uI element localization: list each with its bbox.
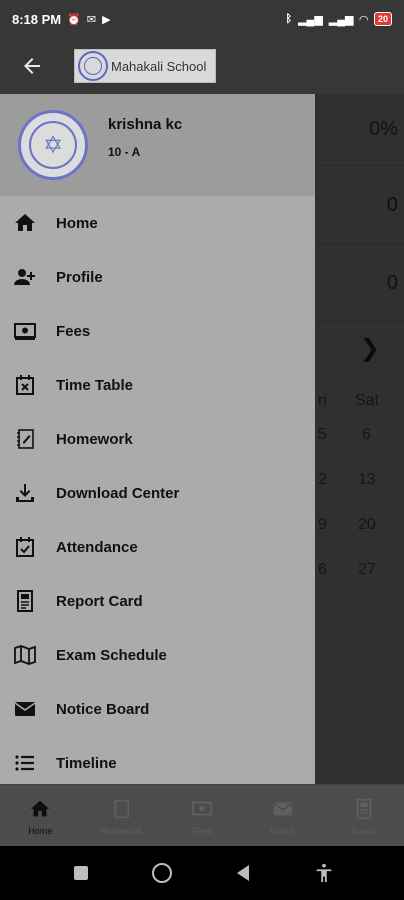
money-icon <box>191 796 213 822</box>
bluetooth-icon: ᛒ <box>285 13 293 25</box>
circle-icon <box>151 863 172 883</box>
status-notification-icons: ⏰ ✉ ▶ <box>67 13 110 26</box>
calendar-check-icon <box>12 534 38 560</box>
accessibility-icon <box>316 863 331 883</box>
recents-button[interactable] <box>61 853 101 893</box>
drawer-item-attendance[interactable]: Attendance <box>0 520 315 574</box>
system-navigation-bar <box>0 846 404 900</box>
play-icon: ▶ <box>102 13 111 26</box>
drawer-item-label: Fees <box>56 322 91 340</box>
drawer-header: ✡ krishna kc 10 - A <box>0 94 315 196</box>
drawer-item-label: Report Card <box>56 592 143 610</box>
drawer-scrim[interactable] <box>315 94 404 784</box>
status-system-icons: ᛒ ▂▄▆ ▂▄▆ ◠ 20 <box>285 12 392 26</box>
battery-icon: 20 <box>373 12 392 26</box>
drawer-item-exam-schedule[interactable]: Exam Schedule <box>0 628 315 682</box>
drawer-item-notice-board[interactable]: Notice Board <box>0 682 315 736</box>
home-icon <box>12 210 38 236</box>
drawer-item-label: Notice Board <box>56 700 150 718</box>
school-logo: Mahakali School <box>74 49 216 83</box>
bottom-nav-home[interactable]: Home <box>0 785 81 846</box>
report-icon <box>353 796 375 822</box>
drawer-item-label: Attendance <box>56 538 138 556</box>
avatar: ✡ <box>18 110 88 180</box>
drawer-item-label: Timeline <box>56 754 117 772</box>
bottom-navigation: Home Homework Fees Notice Exam <box>0 784 404 846</box>
student-name: krishna kc <box>108 116 183 133</box>
star-emblem-icon: ✡ <box>42 131 64 159</box>
bottom-nav-label: Fees <box>191 825 212 836</box>
bottom-nav-exam[interactable]: Exam <box>323 785 404 846</box>
signal-icon-2: ▂▄▆ <box>328 13 354 26</box>
app-bar: Mahakali School <box>0 38 404 94</box>
back-arrow-icon[interactable] <box>0 38 64 94</box>
drawer-item-report-card[interactable]: Report Card <box>0 574 315 628</box>
money-icon <box>12 318 38 344</box>
home-button[interactable] <box>142 853 182 893</box>
accessibility-button[interactable] <box>304 853 344 893</box>
bottom-nav-notice[interactable]: Notice <box>242 785 323 846</box>
bottom-nav-fees[interactable]: Fees <box>162 785 243 846</box>
drawer-item-home[interactable]: Home <box>0 196 315 250</box>
triangle-back-icon <box>236 865 249 881</box>
home-icon <box>29 796 51 822</box>
back-button[interactable] <box>223 853 263 893</box>
bottom-nav-homework[interactable]: Homework <box>81 785 162 846</box>
bottom-nav-label: Homework <box>99 825 143 836</box>
drawer-item-label: Profile <box>56 268 103 286</box>
alarm-off-icon: ⏰ <box>67 13 81 26</box>
drawer-item-label: Homework <box>56 430 133 448</box>
school-name: Mahakali School <box>111 58 207 74</box>
drawer-item-homework[interactable]: Homework <box>0 412 315 466</box>
drawer-item-fees[interactable]: Fees <box>0 304 315 358</box>
report-icon <box>12 588 38 614</box>
list-icon <box>12 750 38 776</box>
drawer-item-download-center[interactable]: Download Center <box>0 466 315 520</box>
envelope-icon <box>272 796 294 822</box>
drawer-item-profile[interactable]: Profile <box>0 250 315 304</box>
map-icon <box>12 642 38 668</box>
notebook-icon <box>12 426 38 452</box>
add-user-icon <box>12 264 38 290</box>
wifi-icon: ◠ <box>359 13 368 26</box>
message-icon: ✉ <box>86 13 97 26</box>
drawer-item-label: Download Center <box>56 484 180 502</box>
drawer-menu: Home Profile Fees Time Table Homework Do… <box>0 196 315 784</box>
calendar-x-icon <box>12 372 38 398</box>
drawer-item-timeline[interactable]: Timeline <box>0 736 315 784</box>
download-icon <box>12 480 38 506</box>
bottom-nav-label: Notice <box>270 825 296 836</box>
drawer-item-label: Exam Schedule <box>56 646 167 664</box>
drawer-item-label: Home <box>56 214 98 232</box>
square-icon <box>73 866 88 880</box>
drawer-item-label: Time Table <box>56 376 133 394</box>
class-section: 10 - A <box>108 145 141 159</box>
bottom-nav-label: Exam <box>352 825 376 836</box>
drawer-item-time-table[interactable]: Time Table <box>0 358 315 412</box>
envelope-icon <box>12 696 38 722</box>
signal-icon: ▂▄▆ <box>298 13 323 26</box>
navigation-drawer: ✡ krishna kc 10 - A Home Profile Fees Ti… <box>0 94 315 784</box>
status-time: 8:18 PM <box>12 11 62 27</box>
notebook-icon <box>110 796 132 822</box>
school-emblem-icon <box>78 51 108 81</box>
status-bar: 8:18 PM ⏰ ✉ ▶ ᛒ ▂▄▆ ▂▄▆ ◠ 20 <box>0 0 404 38</box>
bottom-nav-label: Home <box>28 825 53 836</box>
